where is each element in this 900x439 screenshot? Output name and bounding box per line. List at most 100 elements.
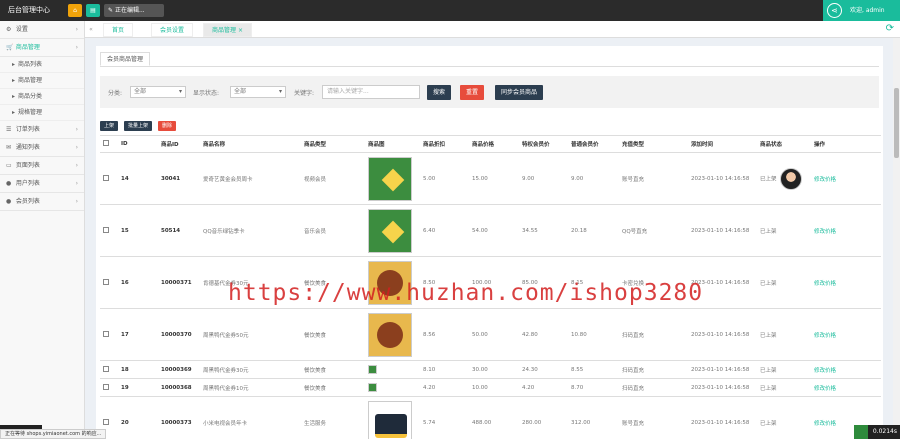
top-bar: 后台管理中心 ⌂ ▤ ✎ 正在编辑... ⋖ 欢迎, admin — [0, 0, 900, 21]
sidebar-subitem-1[interactable]: 商品列表 — [0, 57, 84, 73]
tab-member-settings[interactable]: 会员设置 — [151, 23, 194, 37]
browser-status-bar: 正在等待 shops.yimiaonet.com 的响应... — [0, 429, 107, 439]
edit-price-link[interactable]: 修改价格 — [814, 229, 836, 235]
row-checkbox[interactable] — [103, 278, 109, 285]
sidebar-item-members[interactable]: ● 会员列表 › — [0, 193, 84, 211]
sidebar-subitem-2[interactable]: 商品管理 — [0, 73, 84, 89]
chevron-down-icon: ▾ — [178, 88, 182, 95]
chevron-right-icon: › — [75, 162, 78, 169]
header-op: 操作 — [811, 135, 881, 153]
category-select[interactable]: 全部 ▾ — [130, 86, 186, 98]
header-name[interactable]: 商品名称 — [200, 135, 301, 153]
home-button[interactable]: ⌂ — [68, 4, 82, 17]
avatar[interactable] — [779, 167, 802, 190]
refresh-icon[interactable]: ⟳ — [886, 23, 894, 34]
row-checkbox[interactable] — [103, 418, 109, 425]
header-time[interactable]: 添加时间 — [688, 135, 757, 153]
edit-price-link[interactable]: 修改价格 — [814, 333, 836, 339]
status-select[interactable]: 全部 ▾ — [230, 86, 286, 98]
status-badge: 已上架 — [757, 360, 811, 379]
table-row: 18 10000369 周黑鸭代金券30元 餐饮美食 8.10 30.00 24… — [100, 360, 881, 379]
delete-button[interactable]: 删除 — [158, 121, 177, 131]
timer-badge: 0.0214s — [854, 425, 900, 439]
batch-shelve-button[interactable]: 批量上架 — [124, 121, 153, 131]
user-icon: ● — [6, 180, 12, 187]
row-checkbox[interactable] — [103, 330, 109, 337]
tabs-scroll-left-button[interactable]: « — [85, 21, 97, 38]
header-status[interactable]: 商品状态 — [757, 135, 811, 153]
user-area[interactable]: ⋖ 欢迎, admin — [823, 0, 900, 21]
sidebar-item-orders[interactable]: ☰ 订单列表 › — [0, 121, 84, 139]
edit-button[interactable]: ✎ 正在编辑... — [104, 4, 164, 17]
row-checkbox[interactable] — [103, 383, 109, 390]
header-type[interactable]: 商品类型 — [301, 135, 365, 153]
keyword-input[interactable]: 请输入关键字... — [322, 85, 420, 99]
sidebar-item-notify[interactable]: ✉ 通知列表 › — [0, 139, 84, 157]
row-checkbox[interactable] — [103, 365, 109, 372]
leaf-icon — [854, 425, 868, 439]
chevron-right-icon: › — [75, 180, 78, 187]
status-badge: 已上架 — [757, 256, 811, 309]
sync-member-goods-button[interactable]: 同步会员商品 — [495, 85, 544, 100]
header-discount[interactable]: 商品折扣 — [420, 135, 469, 153]
user-greeting[interactable]: 欢迎, admin — [850, 0, 885, 21]
header-charge-type[interactable]: 充值类型 — [619, 135, 688, 153]
chevron-right-icon: › — [75, 44, 78, 51]
header-id[interactable]: ID — [118, 135, 158, 153]
goods-thumbnail — [368, 400, 412, 439]
status-badge: 已上架 — [757, 396, 811, 439]
sidebar-item-goods[interactable]: 🛒 商品管理 › — [0, 39, 84, 57]
table-row: 20 10000373 小米电视会员年卡 生活服务 5.74 488.00 28… — [100, 396, 881, 439]
close-icon[interactable]: × — [238, 27, 243, 34]
status-badge: 已上架 — [757, 204, 811, 257]
table-header: ID 商品ID 商品名称 商品类型 商品图 商品折扣 商品价格 特权会员价 普通… — [100, 135, 881, 153]
sidebar-item-users[interactable]: ● 用户列表 › — [0, 175, 84, 193]
search-button[interactable]: 搜索 — [427, 85, 452, 100]
sidebar-item-settings[interactable]: ⚙ 设置 › — [0, 21, 84, 39]
shelve-button[interactable]: 上架 — [100, 121, 119, 131]
header-goods-id[interactable]: 商品ID — [158, 135, 200, 153]
cart-icon: 🛒 — [6, 44, 14, 51]
filter-bar: 分类: 全部 ▾ 显示状态: 全部 ▾ 关键字: 请输入关键字... 搜索 重置 同… — [100, 76, 879, 108]
sidebar-subitem-4[interactable]: 规格管理 — [0, 105, 84, 121]
table-row: 17 10000370 周黑鸭代金券50元 餐饮美食 8.56 50.00 42… — [100, 308, 881, 361]
menu-button[interactable]: ▤ — [86, 4, 100, 17]
subtab-member-goods[interactable]: 会员商品管理 — [100, 52, 151, 66]
chevron-right-icon: › — [75, 26, 78, 33]
status-label: 显示状态: — [193, 90, 220, 97]
subtab-divider — [100, 66, 879, 67]
goods-thumbnail — [368, 156, 412, 201]
monitor-icon: ▭ — [6, 162, 12, 169]
menu-icon: ▤ — [90, 7, 96, 14]
list-icon: ☰ — [6, 126, 12, 133]
select-all-checkbox[interactable] — [103, 140, 109, 146]
scrollbar-thumb[interactable] — [894, 88, 899, 158]
tab-home[interactable]: 首页 — [103, 23, 134, 37]
edit-price-link[interactable]: 修改价格 — [814, 281, 836, 287]
row-checkbox[interactable] — [103, 226, 109, 233]
table-row: 16 10000371 肯德基代金券30元 餐饮美食 8.50 100.00 8… — [100, 256, 881, 309]
page-scrollbar[interactable] — [893, 38, 900, 439]
goods-table: ID 商品ID 商品名称 商品类型 商品图 商品折扣 商品价格 特权会员价 普通… — [100, 135, 881, 439]
header-normal-price[interactable]: 普通会员价 — [568, 135, 619, 153]
tab-goods-manage[interactable]: 商品管理 × — [203, 23, 252, 37]
sidebar-item-pages[interactable]: ▭ 页面列表 › — [0, 157, 84, 175]
header-price[interactable]: 商品价格 — [469, 135, 519, 153]
header-select-all[interactable] — [100, 135, 118, 153]
chevron-right-icon: › — [75, 126, 78, 133]
goods-thumbnail — [368, 312, 412, 357]
share-icon[interactable]: ⋖ — [827, 3, 842, 18]
edit-price-link[interactable]: 修改价格 — [814, 421, 836, 427]
edit-price-link[interactable]: 修改价格 — [814, 177, 836, 183]
header-vip-price[interactable]: 特权会员价 — [519, 135, 568, 153]
sidebar-subitem-3[interactable]: 商品分类 — [0, 89, 84, 105]
goods-thumbnail — [368, 365, 377, 374]
goods-thumbnail — [368, 383, 377, 392]
edit-price-link[interactable]: 修改价格 — [814, 386, 836, 392]
edit-price-link[interactable]: 修改价格 — [814, 368, 836, 374]
chevron-down-icon: ▾ — [278, 88, 282, 95]
row-checkbox[interactable] — [103, 174, 109, 181]
goods-thumbnail — [368, 260, 412, 305]
category-label: 分类: — [108, 90, 123, 97]
reset-button[interactable]: 重置 — [460, 85, 485, 100]
